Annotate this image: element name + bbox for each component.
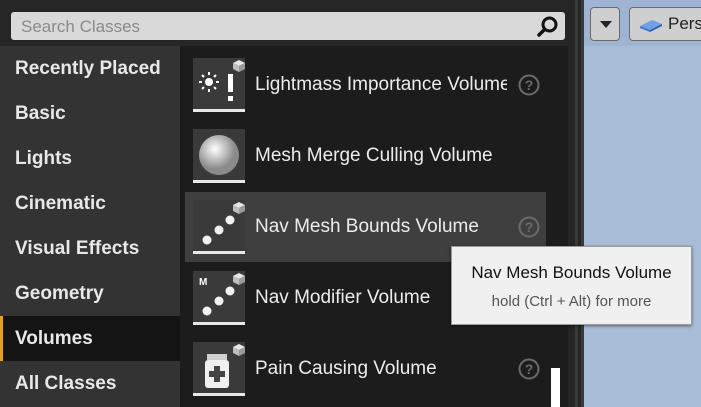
nav-modifier-volume-icon: M (193, 271, 245, 325)
category-lights[interactable]: Lights (0, 136, 180, 181)
search-box[interactable] (11, 12, 565, 42)
actor-list: Lightmass Importance Volume? Mesh Merge C… (180, 46, 568, 407)
category-geometry[interactable]: Geometry (0, 271, 180, 316)
actor-item-label: Lightmass Importance Volume (255, 74, 507, 95)
scrollbar-thumb[interactable] (551, 368, 560, 407)
tooltip-title: Nav Mesh Bounds Volume (471, 263, 672, 282)
search-input[interactable] (19, 12, 533, 42)
item-tooltip: Nav Mesh Bounds Volume hold (Ctrl + Alt)… (451, 246, 692, 325)
category-list: Recently Placed Basic Lights Cinematic Visua… (0, 46, 180, 407)
category-cinematic[interactable]: Cinematic (0, 181, 180, 226)
level-viewport[interactable]: Pers (584, 0, 701, 407)
lightmass-volume-icon (193, 58, 245, 112)
chevron-down-icon (600, 21, 612, 28)
tooltip-hint: hold (Ctrl + Alt) for more (491, 293, 652, 310)
actor-item[interactable]: Pain Causing Volume? (185, 334, 546, 404)
svg-text:?: ? (525, 77, 534, 93)
help-icon[interactable]: ? (518, 74, 540, 96)
help-icon[interactable]: ? (518, 358, 540, 380)
place-actors-panel: Recently PlacedBasicLightsCinematicVisua… (0, 0, 575, 407)
actor-item-label: Mesh Merge Culling Volume (255, 145, 493, 166)
pain-volume-icon (193, 342, 245, 396)
perspective-label: Pers (668, 14, 701, 33)
help-icon[interactable]: ? (518, 216, 540, 238)
nav-mesh-volume-icon (193, 200, 245, 254)
search-icon[interactable] (537, 15, 559, 37)
sphere-icon (193, 129, 245, 183)
actor-item[interactable]: Lightmass Importance Volume? (185, 50, 546, 120)
category-all-classes[interactable]: All Classes (0, 361, 180, 406)
svg-text:?: ? (525, 219, 534, 235)
perspective-cube-icon (640, 20, 662, 32)
category-basic[interactable]: Basic (0, 91, 180, 136)
panel-splitter[interactable] (575, 0, 584, 407)
category-visual-effects[interactable]: Visual Effects (0, 226, 180, 271)
category-recently-placed[interactable]: Recently Placed (0, 46, 180, 91)
actor-item-label: Pain Causing Volume (255, 358, 437, 379)
svg-text:M: M (199, 277, 207, 288)
viewport-options-button[interactable] (590, 7, 620, 41)
category-volumes[interactable]: Volumes (0, 316, 180, 361)
actor-item[interactable]: Mesh Merge Culling Volume (185, 121, 546, 191)
perspective-button[interactable]: Pers (629, 7, 701, 41)
viewport-toolbar: Pers (584, 0, 701, 46)
svg-text:?: ? (525, 361, 534, 377)
